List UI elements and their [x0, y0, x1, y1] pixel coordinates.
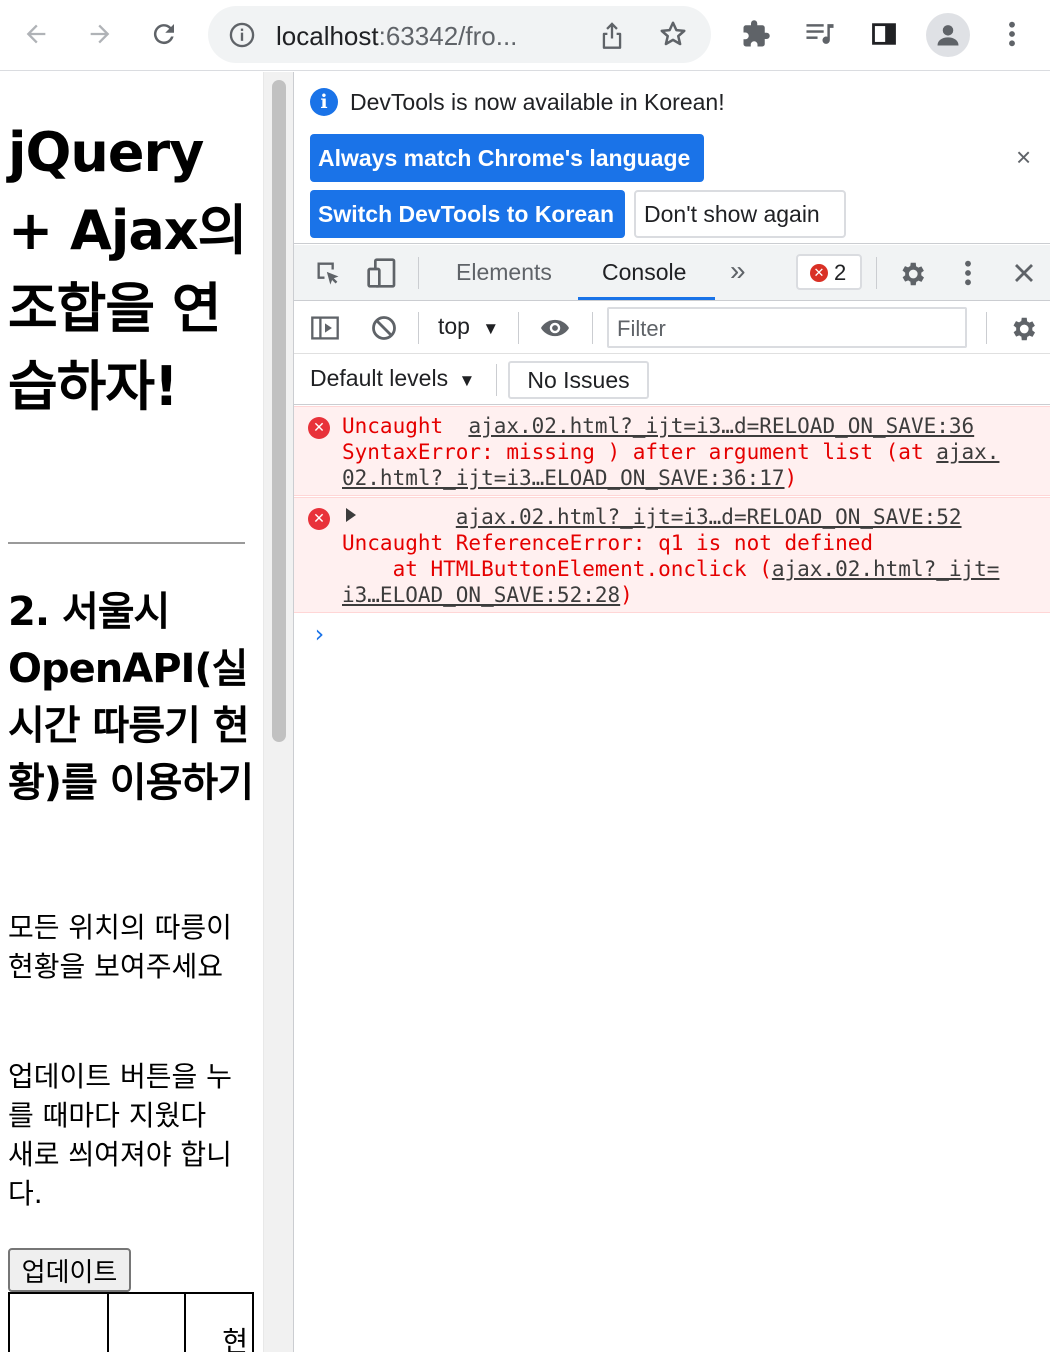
table-header-cell	[107, 1292, 186, 1352]
error-count: 2	[834, 260, 847, 285]
browser-menu-button[interactable]	[990, 12, 1034, 56]
inspect-element-icon[interactable]	[314, 259, 342, 287]
share-icon[interactable]	[598, 20, 626, 50]
always-match-language-button[interactable]: Always match Chrome's language	[310, 134, 704, 182]
settings-gear-icon[interactable]	[897, 259, 927, 289]
separator	[986, 312, 987, 344]
page-scrollbar[interactable]	[263, 72, 293, 1352]
instruction-text: 업데이트 버튼을 누를 때마다 지웠다 새로 씌여져야 합니다.	[8, 1060, 232, 1210]
source-link[interactable]: ajax.02.html?_ijt=i3…d=RELOAD_ON_SAVE:36	[468, 414, 974, 438]
profile-avatar[interactable]	[926, 13, 970, 57]
info-icon: i	[310, 88, 338, 116]
separator	[876, 257, 877, 289]
divider	[8, 542, 245, 544]
info-icon[interactable]	[228, 21, 256, 49]
reload-button[interactable]	[142, 12, 186, 56]
extensions-button[interactable]	[734, 12, 778, 56]
console-error-message: ✕ ajax.02.html?_ijt=i3…d=RELOAD_ON_SAVE:…	[294, 497, 1050, 613]
back-button[interactable]	[14, 12, 58, 56]
active-tab-indicator	[578, 297, 715, 300]
console-filter-input[interactable]: Filter	[607, 307, 967, 348]
table-header-cell	[8, 1292, 109, 1352]
devtools-tabbar: Elements Console » ✕ 2	[294, 245, 1050, 301]
puzzle-icon	[743, 20, 770, 47]
device-toolbar-icon[interactable]	[366, 257, 398, 289]
dropdown-arrow-icon: ▼	[482, 319, 500, 338]
more-tabs-icon[interactable]: »	[730, 255, 746, 287]
address-bar[interactable]: localhost:63342/fro...	[208, 6, 711, 63]
clear-console-icon[interactable]	[370, 314, 398, 342]
error-text: ajax.02.html?_ijt=i3…d=RELOAD_ON_SAVE:52…	[342, 505, 1000, 607]
page-title: jQuery + Ajax의 조합을 연습하자!	[8, 121, 247, 418]
browser-toolbar: localhost:63342/fro...	[0, 0, 1050, 71]
reload-icon	[153, 24, 174, 45]
page-subtitle: 2. 서울시 OpenAPI(실시간 따릉기 현황)를 이용하기	[8, 589, 254, 806]
issues-button[interactable]: No Issues	[508, 361, 649, 399]
tab-console[interactable]: Console	[602, 259, 686, 286]
switch-to-korean-button[interactable]: Switch DevTools to Korean	[310, 190, 625, 238]
error-icon: ✕	[308, 508, 330, 530]
separator	[418, 257, 419, 289]
kebab-menu-icon	[1009, 21, 1015, 47]
separator	[418, 312, 419, 344]
separator	[496, 364, 497, 396]
update-button[interactable]: 업데이트	[8, 1248, 131, 1292]
console-settings-gear-icon[interactable]	[1008, 314, 1038, 344]
context-select[interactable]: top ▼	[438, 313, 499, 340]
dont-show-again-button[interactable]: Don't show again	[634, 190, 846, 238]
playlist-music-icon	[806, 24, 834, 44]
bike-table: 현	[8, 1292, 254, 1352]
arrow-right-icon	[90, 24, 110, 44]
error-text: Uncaught ajax.02.html?_ijt=i3…d=RELOAD_O…	[342, 414, 1000, 490]
sidebar-toggle-icon[interactable]	[310, 314, 340, 342]
url-text[interactable]: localhost:63342/fro...	[276, 21, 517, 52]
dropdown-arrow-icon: ▼	[458, 371, 476, 390]
close-icon[interactable]: ×	[1016, 142, 1031, 173]
infobar-message: DevTools is now available in Korean!	[350, 89, 725, 115]
table-header-cell: 현	[184, 1292, 254, 1352]
forward-button[interactable]	[78, 12, 122, 56]
devtools-panel: i DevTools is now available in Korean! A…	[293, 72, 1050, 1352]
console-toolbar: top ▼ Filter	[294, 302, 1050, 354]
error-icon: ✕	[810, 264, 828, 282]
scrollbar-thumb[interactable]	[272, 80, 286, 742]
separator	[592, 312, 593, 344]
live-expression-eye-icon[interactable]	[538, 314, 572, 342]
person-icon	[937, 25, 959, 46]
close-devtools-icon[interactable]	[1012, 261, 1036, 285]
log-levels-select[interactable]: Default levels ▼	[310, 365, 475, 392]
console-levels-bar: Default levels ▼ No Issues	[294, 355, 1050, 405]
source-link[interactable]: ajax.02.html?_ijt=i3…d=RELOAD_ON_SAVE:52	[456, 505, 962, 529]
language-infobar: i DevTools is now available in Korean! A…	[294, 72, 1050, 244]
instruction-text: 모든 위치의 따릉이 현황을 보여주세요	[8, 911, 232, 983]
separator	[518, 312, 519, 344]
devtools-menu-icon[interactable]	[964, 259, 972, 287]
console-prompt[interactable]: ›	[312, 620, 326, 648]
error-count-badge[interactable]: ✕ 2	[796, 254, 862, 290]
web-page: jQuery + Ajax의 조합을 연습하자! 2. 서울시 OpenAPI(…	[0, 72, 263, 1352]
table-row: 현	[8, 1292, 254, 1352]
media-control-button[interactable]	[798, 12, 842, 56]
star-icon[interactable]	[658, 19, 688, 49]
side-panel-button[interactable]	[862, 12, 906, 56]
error-icon: ✕	[308, 417, 330, 439]
tab-elements[interactable]: Elements	[456, 259, 552, 286]
arrow-left-icon	[26, 24, 46, 44]
side-panel-icon	[872, 23, 896, 45]
console-error-message: ✕ Uncaught ajax.02.html?_ijt=i3…d=RELOAD…	[294, 406, 1050, 496]
